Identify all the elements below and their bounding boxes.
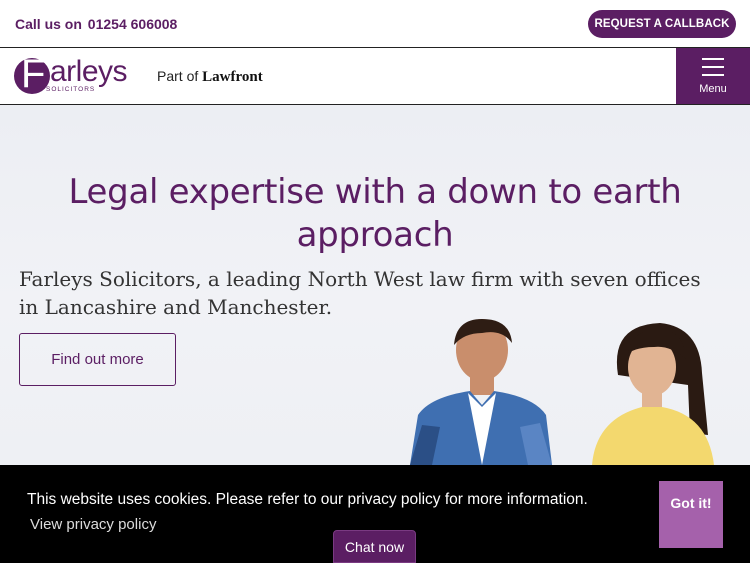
- cookie-message: This website uses cookies. Please refer …: [27, 491, 588, 508]
- accept-cookies-label: Got it!: [670, 495, 712, 511]
- find-out-more-button[interactable]: Find out more: [19, 333, 176, 386]
- part-of-prefix: Part of: [157, 68, 199, 84]
- farleys-logo[interactable]: F arleys SOLICITORS: [14, 52, 134, 97]
- chat-now-button[interactable]: Chat now: [333, 530, 416, 563]
- top-bar: Call us on 01254 606008 REQUEST A CALLBA…: [0, 0, 750, 48]
- part-of-lawfront: Part of Lawfront: [157, 68, 263, 86]
- menu-button[interactable]: Menu: [676, 48, 750, 104]
- phone-number[interactable]: 01254 606008: [88, 16, 178, 32]
- call-label: Call us on: [15, 16, 82, 32]
- privacy-policy-link[interactable]: View privacy policy: [30, 516, 156, 533]
- site-header: F arleys SOLICITORS Part of Lawfront Men…: [0, 48, 750, 105]
- logo-wordmark: arleys: [50, 55, 128, 88]
- menu-label: Menu: [699, 83, 727, 95]
- hero-section: Legal expertise with a down to earth app…: [0, 105, 750, 465]
- request-callback-button[interactable]: REQUEST A CALLBACK: [588, 10, 736, 38]
- hero-photo-couple: [410, 319, 714, 465]
- logo-initial: F: [21, 52, 46, 96]
- lawfront-brand: Lawfront: [202, 69, 263, 85]
- hero-subtitle: Farleys Solicitors, a leading North West…: [19, 267, 701, 319]
- hero-title: Legal expertise with a down to earth app…: [68, 172, 682, 255]
- call-us: Call us on 01254 606008: [15, 16, 177, 32]
- accept-cookies-button[interactable]: Got it!: [659, 481, 723, 548]
- logo-subtitle: SOLICITORS: [46, 86, 96, 93]
